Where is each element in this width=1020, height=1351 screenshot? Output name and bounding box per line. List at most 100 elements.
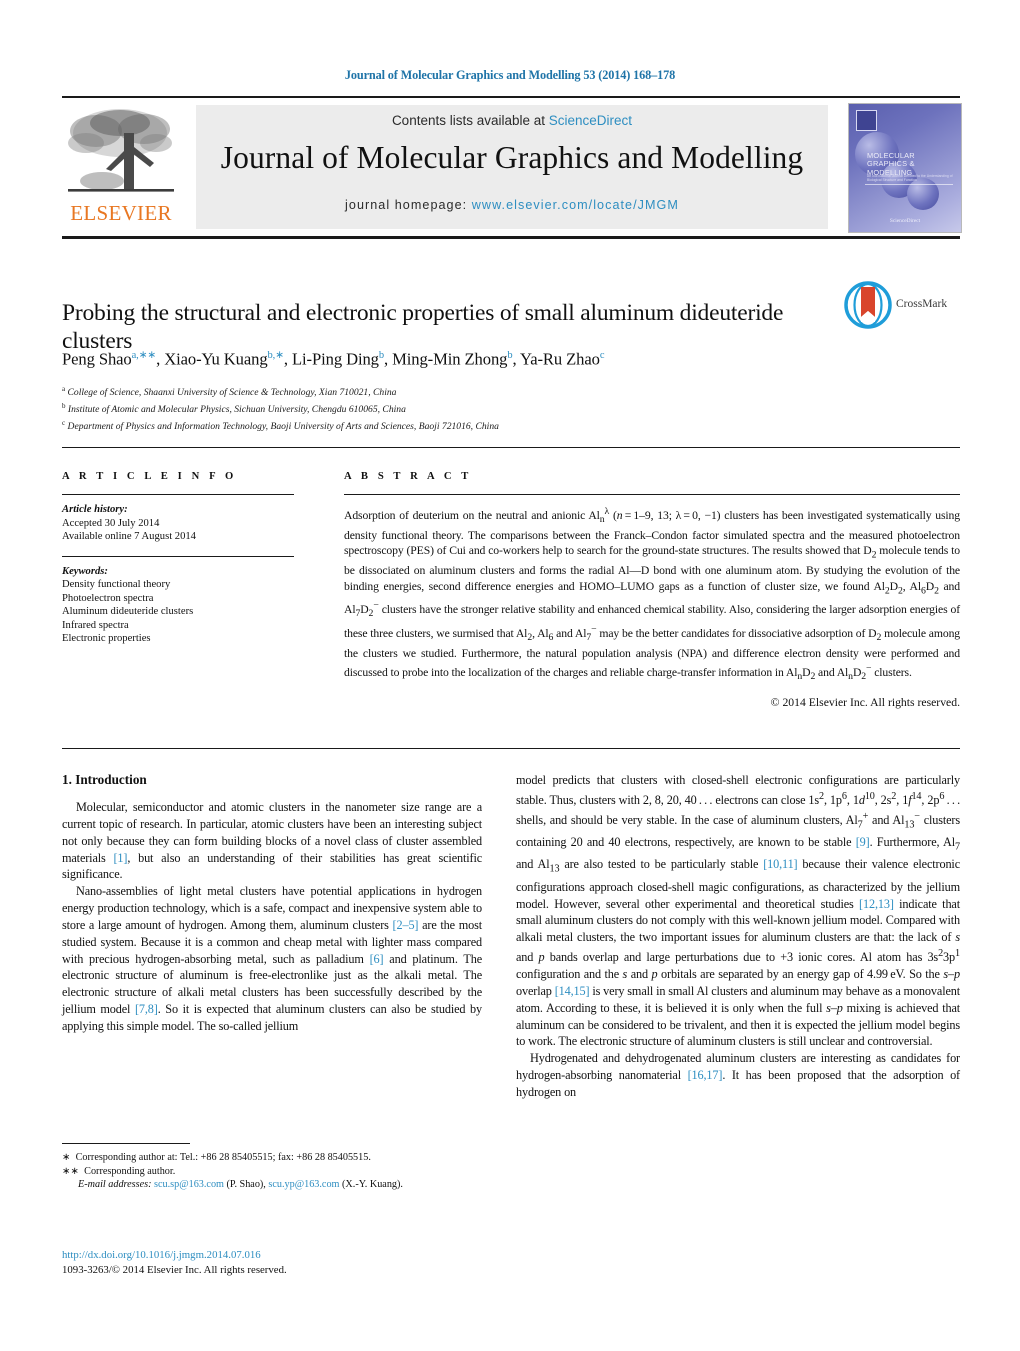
footnote-marker: ∗ — [62, 1152, 71, 1163]
keywords-rule — [62, 555, 294, 557]
running-head: Journal of Molecular Graphics and Modell… — [344, 68, 676, 82]
citation-link[interactable]: [2–5] — [393, 918, 419, 932]
journal-article-page: Journal of Molecular Graphics and Modell… — [0, 0, 1020, 1351]
affiliation-marker: b — [62, 401, 66, 410]
affiliation-item: a College of Science, Shaanxi University… — [62, 383, 892, 400]
email-owner-2: (X.-Y. Kuang). — [342, 1179, 403, 1191]
journal-title: Journal of Molecular Graphics and Modell… — [220, 140, 804, 175]
author-sup: b — [378, 350, 385, 361]
citation-link[interactable]: [1] — [113, 851, 127, 865]
abstract-heading: A B S T R A C T — [344, 471, 472, 482]
footnote-text: Corresponding author at: Tel.: +86 28 85… — [75, 1152, 371, 1163]
keyword-item: Photoelectron spectra — [62, 592, 154, 604]
footnote-block: ∗ Corresponding author at: Tel.: +86 28 … — [62, 1151, 492, 1192]
doi-link[interactable]: http://dx.doi.org/10.1016/j.jmgm.2014.07… — [62, 1248, 492, 1263]
elsevier-tree-icon — [68, 109, 174, 192]
page-title: Probing the structural and electronic pr… — [62, 299, 784, 355]
abstract-copyright: © 2014 Elsevier Inc. All rights reserved… — [770, 695, 960, 709]
issn-copyright-line: 1093-3263/© 2014 Elsevier Inc. All right… — [62, 1263, 287, 1276]
email-link-1[interactable]: scu.sp@163.com — [154, 1179, 224, 1190]
sciencedirect-link[interactable]: ScienceDirect — [549, 113, 632, 128]
masthead-bottom-rule — [62, 236, 960, 240]
affiliation-marker: a — [62, 385, 66, 393]
abstract-text: Adsorption of deuterium on the neutral a… — [344, 506, 961, 683]
journal-cover-thumbnail: MOLECULAR GRAPHICS & MODELLING An Intern… — [848, 103, 962, 233]
affiliation-marker: c — [62, 418, 66, 427]
email-addresses-label: E-mail addresses: — [78, 1179, 152, 1191]
cover-subtitle-text: An International Journal Devoted to the … — [867, 174, 953, 183]
body-paragraph: Hydrogenated and dehydrogenated aluminum… — [516, 1051, 960, 1099]
affiliation-list: a College of Science, Shaanxi University… — [62, 383, 892, 433]
author-sup: b,∗ — [267, 350, 284, 361]
author-sup: b — [507, 350, 513, 361]
homepage-prefix: journal homepage: — [345, 198, 472, 212]
author-name: Peng Shao — [62, 349, 132, 369]
article-info-rule — [62, 494, 294, 496]
footnote-corresponding-author-1: ∗ Corresponding author at: Tel.: +86 28 … — [62, 1151, 492, 1165]
affiliation-text: Department of Physics and Information Te… — [67, 420, 499, 432]
citation-link[interactable]: [7,8] — [135, 1002, 158, 1016]
body-column-right: model predicts that clusters with closed… — [516, 772, 960, 1101]
footnote-marker: ∗∗ — [62, 1165, 80, 1177]
article-history-label: Article history: — [62, 504, 128, 516]
footnote-text: Corresponding author. — [84, 1165, 176, 1177]
crossmark-icon — [844, 281, 892, 329]
citation-link[interactable]: [10,11] — [763, 857, 797, 871]
abstract-rule — [344, 494, 960, 496]
citation-link[interactable]: [12,13] — [859, 897, 894, 911]
email-link-2[interactable]: scu.yp@163.com — [268, 1179, 339, 1190]
author-name: Li-Ping Ding — [292, 349, 379, 369]
citation-link[interactable]: [9] — [856, 835, 870, 849]
author-sup: a,∗∗ — [131, 350, 157, 361]
citation-link[interactable]: [6] — [370, 952, 384, 966]
keywords-label: Keywords: — [62, 566, 108, 577]
body-paragraph: model predicts that clusters with closed… — [516, 773, 961, 1049]
body-paragraph: Molecular, semiconductor and atomic clus… — [62, 800, 483, 882]
body-paragraph: Nano-assemblies of light metal clusters … — [62, 884, 482, 1033]
keyword-item: Infrared spectra — [62, 619, 129, 631]
section-heading-introduction: 1. Introduction — [62, 772, 147, 787]
article-info-column: A R T I C L E I N F O Article history: A… — [62, 471, 312, 645]
keyword-item: Aluminum dideuteride clusters — [62, 606, 194, 618]
affiliation-text: Institute of Atomic and Molecular Physic… — [67, 403, 406, 415]
cover-stamp-icon — [856, 110, 877, 131]
email-owner-1: (P. Shao), — [226, 1179, 266, 1191]
doi-block: http://dx.doi.org/10.1016/j.jmgm.2014.07… — [62, 1248, 492, 1277]
author-name: Ya-Ru Zhao — [519, 349, 600, 369]
keyword-item: Electronic properties — [62, 633, 151, 645]
info-band-bottom-rule — [62, 748, 960, 750]
article-history-line: Available online 7 August 2014 — [62, 531, 196, 543]
elsevier-logo: ELSEVIER — [62, 103, 180, 231]
affiliation-item: c Department of Physics and Information … — [62, 417, 892, 434]
contents-prefix: Contents lists available at — [391, 113, 549, 128]
affiliation-text: College of Science, Shaanxi University o… — [67, 387, 397, 399]
article-history-block: Article history: Accepted 30 July 2014 A… — [62, 503, 312, 543]
elsevier-wordmark: ELSEVIER — [70, 201, 172, 225]
crossmark-label: CrossMark — [896, 298, 948, 310]
homepage-url-link[interactable]: www.elsevier.com/locate/JMGM — [472, 198, 679, 212]
author-name: Ming-Min Zhong — [392, 349, 508, 369]
affiliation-item: b Institute of Atomic and Molecular Phys… — [62, 400, 892, 417]
abstract-column: A B S T R A C T Adsorption of deuterium … — [344, 471, 960, 709]
author-list: Peng Shaoa,∗∗, Xiao-Yu Kuangb,∗, Li-Ping… — [62, 349, 605, 369]
citation-link[interactable]: [16,17] — [688, 1068, 723, 1082]
article-info-heading: A R T I C L E I N F O — [62, 471, 237, 482]
keyword-item: Density functional theory — [62, 579, 171, 591]
article-history-line: Accepted 30 July 2014 — [62, 517, 160, 529]
author-name: Xiao-Yu Kuang — [164, 349, 268, 369]
footnote-corresponding-author-2: ∗∗ Corresponding author. — [62, 1165, 492, 1179]
cover-footer-text: ScienceDirect — [889, 218, 921, 224]
footnote-emails: E-mail addresses: scu.sp@163.com (P. Sha… — [62, 1178, 492, 1192]
info-band-top-rule — [62, 447, 960, 449]
masthead-top-rule — [62, 96, 960, 99]
author-sup: c — [599, 350, 605, 361]
keywords-block: Keywords: Density functional theory Phot… — [62, 565, 312, 645]
journal-homepage-line: journal homepage: www.elsevier.com/locat… — [196, 198, 828, 212]
contents-list-line: Contents lists available at ScienceDirec… — [196, 113, 828, 128]
footnote-rule — [62, 1143, 190, 1145]
crossmark-badge-group[interactable]: CrossMark — [844, 281, 962, 333]
cover-sphere-icon — [907, 178, 939, 210]
body-column-left: 1. Introduction Molecular, semiconductor… — [62, 772, 482, 1035]
citation-link[interactable]: [14,15] — [555, 984, 590, 998]
cover-divider — [865, 184, 953, 185]
